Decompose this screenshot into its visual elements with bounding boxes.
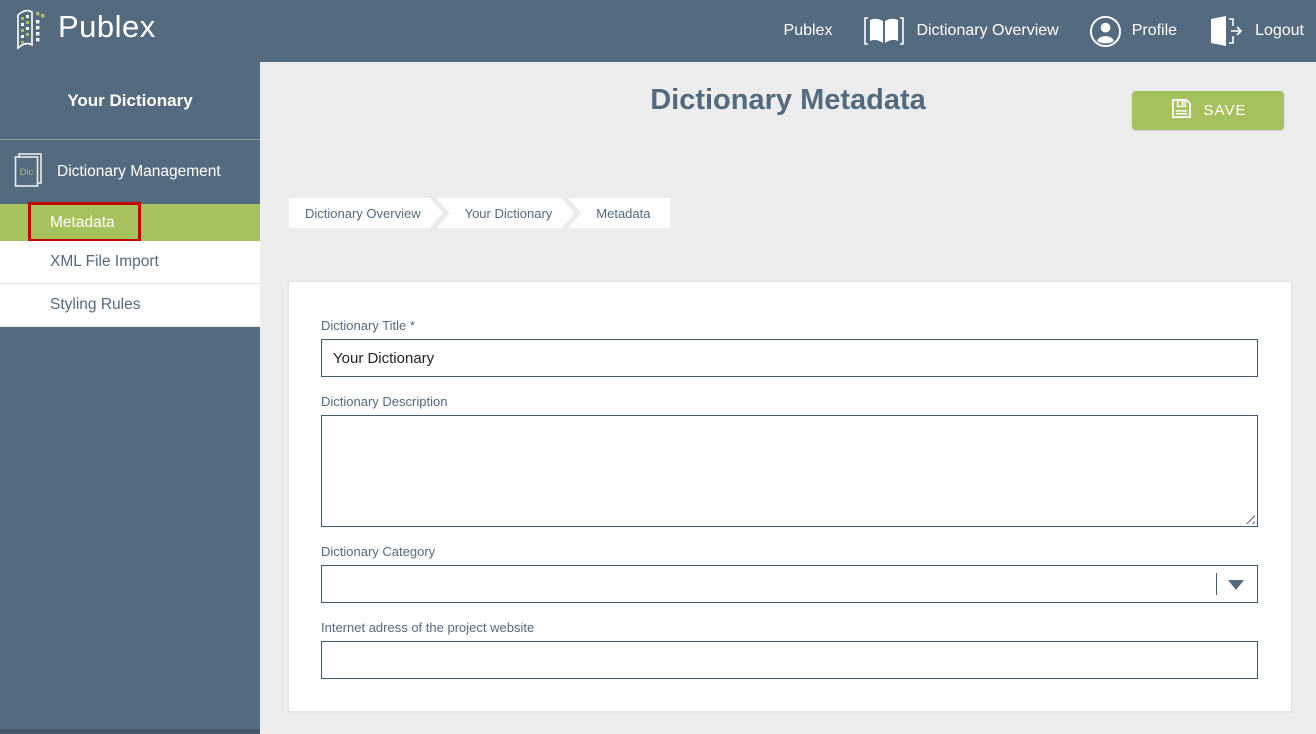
field-dictionary-description: Dictionary Description [321, 394, 1258, 527]
breadcrumb-your-dictionary[interactable]: Your Dictionary [437, 198, 575, 228]
navbar-link-logout[interactable]: Logout [1207, 15, 1304, 47]
save-icon [1170, 97, 1193, 124]
open-book-icon [862, 15, 906, 47]
logo-icon [10, 5, 56, 58]
dictionary-title-input[interactable] [321, 339, 1258, 377]
project-website-input[interactable] [321, 641, 1258, 679]
dictionary-title-label: Dictionary Title * [321, 318, 1258, 333]
field-dictionary-title: Dictionary Title * [321, 318, 1258, 377]
sidebar: Your Dictionary Dic Dictionary Managemen… [0, 62, 260, 734]
dictionary-description-label: Dictionary Description [321, 394, 1258, 409]
profile-icon [1089, 15, 1122, 48]
svg-text:Dic: Dic [20, 167, 34, 178]
sidebar-item-label: XML File Import [50, 253, 159, 271]
navbar-link-profile[interactable]: Profile [1089, 15, 1177, 48]
app-root: Publex Publex Dictionary Overview [0, 0, 1316, 734]
dictionary-category-select[interactable] [321, 565, 1258, 603]
sidebar-item-xml-file-import[interactable]: XML File Import [0, 241, 260, 284]
sidebar-item-label: Metadata [50, 214, 115, 232]
navbar-links: Publex Dictionary Overview [784, 15, 1316, 48]
dropdown-caret-icon [1228, 580, 1244, 590]
main-content: Dictionary Metadata SAVE Dictionary Over… [260, 62, 1316, 734]
sidebar-item-metadata[interactable]: Metadata [0, 204, 260, 241]
sidebar-item-styling-rules[interactable]: Styling Rules [0, 284, 260, 327]
sidebar-dictionary-title: Your Dictionary [0, 62, 260, 140]
save-button-label: SAVE [1204, 102, 1247, 119]
navbar-link-dictionary-overview[interactable]: Dictionary Overview [862, 15, 1058, 47]
navbar-link-label: Dictionary Overview [916, 22, 1058, 40]
top-navbar: Publex Publex Dictionary Overview [0, 0, 1316, 62]
sidebar-item-dictionary-management[interactable]: Dic Dictionary Management [0, 140, 260, 204]
sidebar-section-label: Dictionary Management [57, 163, 221, 181]
dic-book-icon: Dic [13, 152, 43, 193]
field-dictionary-category: Dictionary Category [321, 544, 1258, 603]
navbar-link-label: Logout [1255, 22, 1304, 40]
navbar-site-label: Publex [784, 22, 833, 40]
project-website-label: Internet adress of the project website [321, 620, 1258, 635]
dictionary-description-textarea[interactable] [321, 415, 1258, 527]
dictionary-category-label: Dictionary Category [321, 544, 1258, 559]
breadcrumb: Dictionary Overview Your Dictionary Meta… [289, 198, 670, 228]
metadata-form-card: Dictionary Title * Dictionary Descriptio… [288, 281, 1292, 712]
breadcrumb-metadata[interactable]: Metadata [568, 198, 670, 228]
field-project-website: Internet adress of the project website [321, 620, 1258, 679]
logout-icon [1207, 15, 1245, 47]
save-button[interactable]: SAVE [1132, 91, 1284, 130]
logo-text: Publex [58, 5, 156, 49]
breadcrumb-dictionary-overview[interactable]: Dictionary Overview [289, 198, 443, 228]
logo[interactable]: Publex [0, 5, 156, 58]
navbar-link-label: Profile [1132, 22, 1177, 40]
select-divider [1216, 573, 1217, 595]
sidebar-item-label: Styling Rules [50, 296, 140, 314]
